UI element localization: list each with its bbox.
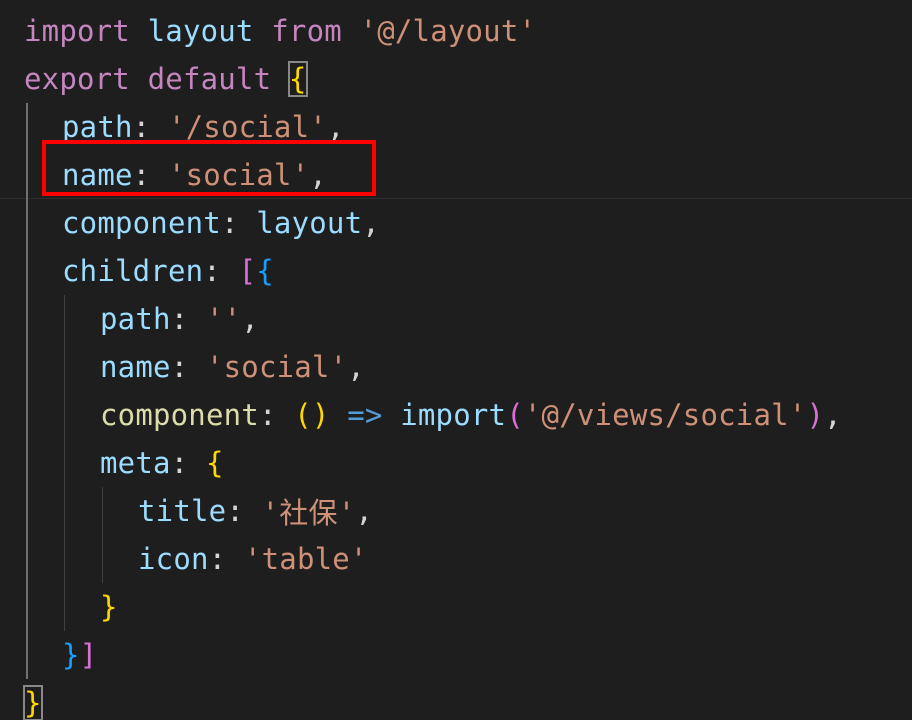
- code-line[interactable]: export default {: [0, 55, 912, 103]
- code-line[interactable]: component: layout,: [0, 199, 912, 247]
- code-token: }: [100, 590, 118, 624]
- code-token: title: [138, 494, 227, 528]
- code-token: :: [203, 254, 239, 288]
- code-token: children: [62, 254, 204, 288]
- code-token: :: [226, 494, 262, 528]
- code-token: ,: [241, 302, 259, 336]
- code-token: from: [271, 14, 360, 48]
- code-token: }: [62, 638, 80, 672]
- code-token: ]: [79, 638, 98, 672]
- code-token: meta: [100, 446, 171, 480]
- code-token: :: [170, 350, 206, 384]
- code-token: '@/layout': [359, 14, 537, 48]
- code-token: '/social': [167, 110, 327, 144]
- code-token: layout: [256, 206, 363, 240]
- code-token: {: [287, 61, 308, 97]
- code-line[interactable]: import layout from '@/layout': [0, 7, 912, 55]
- code-line[interactable]: name: 'social',: [0, 343, 912, 391]
- code-token: ,: [347, 350, 365, 384]
- code-token: :: [170, 446, 206, 480]
- code-token: '@/views/social': [523, 398, 807, 432]
- code-token: ): [806, 398, 825, 432]
- code-line[interactable]: path: '',: [0, 295, 912, 343]
- code-line[interactable]: children: [{: [0, 247, 912, 295]
- code-token: '': [205, 302, 242, 336]
- code-line[interactable]: }]: [0, 631, 912, 679]
- code-line[interactable]: }: [0, 583, 912, 631]
- code-token: ,: [824, 398, 842, 432]
- code-token: {: [205, 446, 224, 480]
- code-token: :: [208, 542, 244, 576]
- code-token: name: [100, 350, 171, 384]
- code-token: import: [24, 14, 148, 48]
- code-token: '社保': [261, 496, 356, 530]
- code-token: (): [294, 398, 348, 432]
- code-line[interactable]: meta: {: [0, 439, 912, 487]
- code-line[interactable]: component: () => import('@/views/social'…: [0, 391, 912, 439]
- code-token: :: [258, 398, 295, 432]
- code-line[interactable]: icon: 'table': [0, 535, 912, 583]
- code-token: (: [506, 398, 524, 432]
- code-token: default: [147, 62, 289, 96]
- code-token: [: [238, 254, 257, 288]
- code-token: component: [62, 206, 221, 240]
- code-token: :: [170, 302, 206, 336]
- code-token: :: [220, 206, 257, 240]
- code-token: export: [24, 62, 148, 96]
- code-token: ,: [326, 110, 345, 144]
- code-editor[interactable]: import layout from '@/layout' export defa…: [0, 0, 912, 720]
- code-token: ,: [362, 206, 380, 240]
- code-token: 'table': [243, 542, 368, 576]
- code-token: component: [100, 398, 259, 432]
- code-token: icon: [138, 542, 209, 576]
- code-token: =>: [347, 398, 401, 432]
- code-line[interactable]: title: '社保',: [0, 487, 912, 535]
- annotation-highlight-box: [42, 140, 376, 196]
- code-token: 'social': [205, 350, 348, 384]
- code-line[interactable]: }: [0, 679, 912, 720]
- code-token: }: [23, 685, 43, 720]
- code-token: ,: [355, 494, 374, 528]
- code-token: path: [62, 110, 133, 144]
- code-token: import: [400, 398, 507, 432]
- code-token: :: [132, 110, 168, 144]
- code-token: {: [256, 254, 274, 288]
- code-token: path: [100, 302, 171, 336]
- code-token: layout: [147, 14, 272, 48]
